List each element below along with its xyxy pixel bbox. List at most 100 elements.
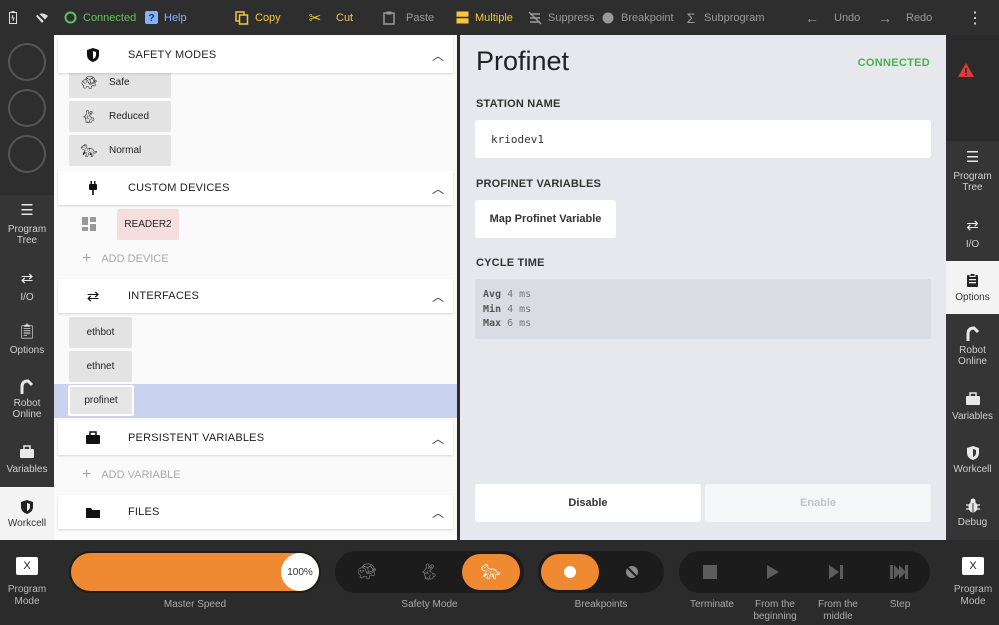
robot-arm-icon xyxy=(965,326,981,342)
station-name-field[interactable]: kriodev1 xyxy=(475,120,931,158)
cycle-avg-row: Avg 4 ms xyxy=(483,288,931,303)
help-button[interactable]: ? Help xyxy=(143,0,187,35)
section-title: PERSISTENT VARIABLES xyxy=(128,432,265,444)
right-rail-options[interactable]: Options xyxy=(946,261,999,314)
program-mode-right-button[interactable]: X Program Mode xyxy=(946,557,999,608)
interface-profinet[interactable]: profinet xyxy=(68,385,134,416)
chevron-up-icon[interactable]: ︿ xyxy=(423,180,453,197)
safety-mode-reduced[interactable]: 🐇︎ Reduced xyxy=(69,101,171,132)
warning-icon[interactable] xyxy=(946,50,986,90)
shortcut-slot-3[interactable] xyxy=(8,135,46,173)
help-icon: ? xyxy=(143,10,159,26)
add-label: ADD VARIABLE xyxy=(101,469,181,481)
suppress-icon xyxy=(527,10,543,26)
right-rail-label: Options xyxy=(955,291,990,303)
from-beginning-label: From the beginning xyxy=(753,599,797,622)
play-icon[interactable] xyxy=(744,554,802,590)
multiple-button[interactable]: Multiple xyxy=(454,0,513,35)
left-rail-label: Robot Online xyxy=(12,398,42,420)
left-rail-options[interactable]: 📋︎ Options xyxy=(0,314,54,367)
chip-label: ethbot xyxy=(86,327,115,338)
chevron-up-icon[interactable]: ︿ xyxy=(423,504,453,521)
section-custom-devices[interactable]: CUSTOM DEVICES ︿ xyxy=(58,171,453,205)
chevron-up-icon[interactable]: ︿ xyxy=(423,430,453,447)
turtle-icon[interactable]: 🐢︎ xyxy=(338,554,396,590)
left-rail-program-tree[interactable]: ☰ Program Tree xyxy=(0,199,54,252)
help-label: Help xyxy=(164,11,187,24)
section-safety-modes[interactable]: SAFETY MODES ︿ xyxy=(58,37,453,73)
io-arrows-icon: ⇄ xyxy=(86,288,100,305)
scissors-icon: ✂ xyxy=(308,9,322,27)
left-rail-robot-online[interactable]: Robot Online xyxy=(0,373,54,426)
right-rail-robot-online[interactable]: Robot Online xyxy=(946,320,999,373)
breakpoint-button[interactable]: Breakpoint xyxy=(600,0,674,35)
left-rail-variables[interactable]: Variables xyxy=(0,433,54,486)
station-name-label: STATION NAME xyxy=(476,98,561,110)
section-files[interactable]: FILES ︿ xyxy=(58,495,453,529)
master-speed-slider[interactable]: 100% xyxy=(69,551,321,593)
program-mode-left-button[interactable]: X Program Mode xyxy=(0,557,54,608)
right-rail-label: Debug xyxy=(957,516,988,528)
copy-button[interactable]: Copy xyxy=(234,0,281,35)
section-title: SAFETY MODES xyxy=(128,49,217,61)
device-reader2[interactable]: READER2 xyxy=(117,209,179,240)
briefcase-icon xyxy=(965,391,981,408)
suppress-button[interactable]: Suppress xyxy=(527,0,594,35)
cycle-max-row: Max 6 ms xyxy=(483,317,931,332)
left-rail: ☰ Program Tree ⇄ I/O 📋︎ Options Robot On… xyxy=(0,35,54,540)
briefcase-icon xyxy=(58,431,128,445)
breakpoint-dot-icon xyxy=(600,10,616,26)
redo-button[interactable]: → Redo xyxy=(877,0,932,35)
disable-button[interactable]: Disable xyxy=(475,484,701,522)
stop-icon[interactable] xyxy=(681,554,739,590)
breakpoint-on-icon[interactable] xyxy=(541,554,599,590)
bug-icon xyxy=(965,498,980,514)
left-rail-io[interactable]: ⇄ I/O xyxy=(0,261,54,314)
subprogram-button[interactable]: Σ Subprogram xyxy=(683,0,765,35)
clipboard-icon xyxy=(966,272,979,289)
add-device-button[interactable]: + ADD DEVICE xyxy=(82,250,169,268)
enable-button[interactable]: Enable xyxy=(705,484,931,522)
chevron-up-icon[interactable]: ︿ xyxy=(423,288,453,305)
cycle-time-label: CYCLE TIME xyxy=(476,257,545,269)
rabbit-icon[interactable]: 🐇︎ xyxy=(400,554,458,590)
left-rail-label: Program Tree xyxy=(7,224,47,246)
right-rail-io[interactable]: ⇄ I/O xyxy=(946,208,999,261)
interface-ethbot[interactable]: ethbot xyxy=(69,317,132,348)
step-icon[interactable] xyxy=(870,554,928,590)
execution-controls xyxy=(679,551,930,593)
section-persistent-variables[interactable]: PERSISTENT VARIABLES ︿ xyxy=(58,421,453,455)
more-vert-icon[interactable]: ⋮ xyxy=(967,0,983,35)
left-rail-workcell[interactable]: Workcell xyxy=(0,487,54,540)
undo-button[interactable]: ← Undo xyxy=(804,0,860,35)
chevron-up-icon[interactable]: ︿ xyxy=(423,47,453,64)
cycle-value: 6 ms xyxy=(507,318,532,329)
right-rail-program-tree[interactable]: ☰ Program Tree xyxy=(946,146,999,199)
cut-button[interactable]: ✂ Cut xyxy=(307,0,353,35)
shortcut-slots xyxy=(0,35,54,195)
section-interfaces[interactable]: ⇄ INTERFACES ︿ xyxy=(58,279,453,313)
right-rail-workcell[interactable]: Workcell xyxy=(946,433,999,486)
shortcut-slot-1[interactable] xyxy=(8,43,46,81)
shortcut-slot-2[interactable] xyxy=(8,89,46,127)
map-profinet-variable-button[interactable]: Map Profinet Variable xyxy=(475,200,616,238)
paste-button[interactable]: Paste xyxy=(381,0,434,35)
safety-mode-selector[interactable]: 🐢︎ 🐇︎ 🐆︎ xyxy=(335,551,524,593)
cheetah-icon[interactable]: 🐆︎ xyxy=(462,554,520,590)
cycle-min-row: Min 4 ms xyxy=(483,303,931,318)
subprogram-label: Subprogram xyxy=(704,11,765,24)
arrow-right-icon: → xyxy=(878,9,892,26)
breakpoints-toggle[interactable] xyxy=(538,551,664,593)
speed-knob[interactable]: 100% xyxy=(281,553,319,591)
safety-mode-normal[interactable]: 🐆︎ Normal xyxy=(69,135,171,166)
breakpoints-label: Breakpoints xyxy=(574,599,628,610)
right-rail-variables[interactable]: Variables xyxy=(946,380,999,433)
connection-status[interactable]: Connected xyxy=(62,0,136,35)
play-from-middle-icon[interactable] xyxy=(807,554,865,590)
breakpoint-off-icon[interactable] xyxy=(603,554,661,590)
add-variable-button[interactable]: + ADD VARIABLE xyxy=(82,466,181,484)
right-rail-debug[interactable]: Debug xyxy=(946,486,999,539)
interface-ethnet[interactable]: ethnet xyxy=(69,351,132,382)
dashboard-icon xyxy=(82,217,96,236)
section-title: INTERFACES xyxy=(128,290,200,302)
